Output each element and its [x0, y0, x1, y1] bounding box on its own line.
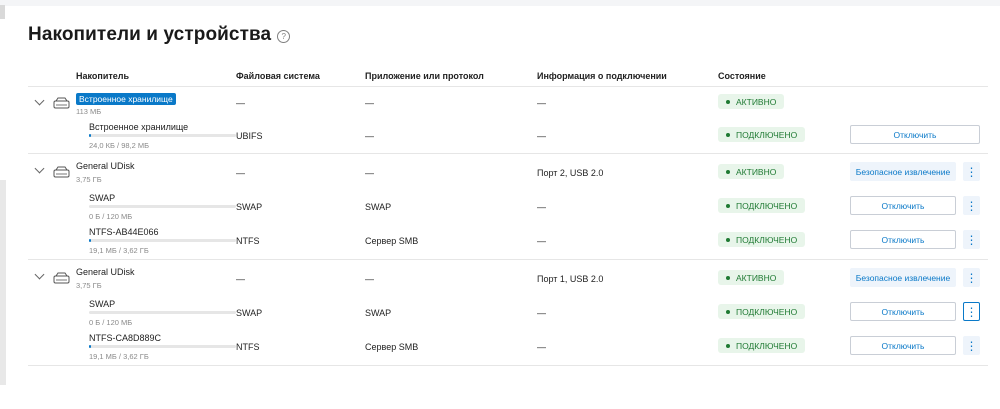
partition-filesystem: UBIFS: [236, 131, 263, 141]
partition-name: NTFS-AB44E066: [89, 227, 159, 237]
partition-row: SWAP 0 Б / 120 МБ SWAP SWAP — ПОДКЛЮЧЕНО…: [28, 295, 988, 330]
disk-filesystem: —: [236, 168, 245, 178]
partition-filesystem: SWAP: [236, 308, 263, 318]
status-badge: ПОДКЛЮЧЕНО: [718, 304, 806, 319]
disk-protocol: —: [365, 168, 374, 178]
disk-size: 3,75 ГБ: [76, 175, 102, 184]
safe-eject-button[interactable]: Безопасное извлечение: [850, 268, 956, 287]
disk-size: 3,75 ГБ: [76, 281, 102, 290]
header-connection: Информация о подключении: [537, 71, 667, 81]
disk-connection: Порт 2, USB 2.0: [537, 168, 604, 178]
left-edge-marker: [0, 5, 5, 19]
partition-usage: 0 Б / 120 МБ: [89, 212, 133, 221]
status-badge: ПОДКЛЮЧЕНО: [718, 127, 806, 142]
top-band: [0, 0, 1000, 6]
unmount-button[interactable]: Отключить: [850, 196, 956, 215]
status-badge: ПОДКЛЮЧЕНО: [718, 338, 806, 353]
partition-name: Встроенное хранилище: [89, 122, 189, 132]
header-state: Состояние: [718, 71, 766, 81]
unmount-button[interactable]: Отключить: [850, 336, 956, 355]
partition-usage: 19,1 МБ / 3,62 ГБ: [89, 352, 149, 361]
partition-protocol: Сервер SMB: [365, 342, 419, 352]
partition-connection: —: [537, 202, 546, 212]
disk-protocol: —: [365, 274, 374, 284]
kebab-menu-icon[interactable]: ⋮: [963, 336, 980, 355]
partition-protocol: SWAP: [365, 202, 392, 212]
partition-filesystem: SWAP: [236, 202, 263, 212]
disk-protocol: —: [365, 98, 374, 108]
page-title: Накопители и устройства: [28, 24, 272, 45]
page-header: Накопители и устройства ?: [28, 24, 291, 46]
partition-usage: 19,1 МБ / 3,62 ГБ: [89, 246, 149, 255]
kebab-menu-icon[interactable]: ⋮: [963, 302, 980, 321]
status-badge: АКТИВНО: [718, 270, 785, 285]
partition-connection: —: [537, 236, 546, 246]
partition-name: SWAP: [89, 299, 116, 309]
disk-connection: Порт 1, USB 2.0: [537, 274, 604, 284]
partition-usage: 24,0 КБ / 98,2 МБ: [89, 141, 150, 150]
disk-filesystem: —: [236, 274, 245, 284]
partition-connection: —: [537, 131, 546, 141]
hard-drive-icon: [53, 97, 70, 109]
disk-size: 113 МБ: [76, 107, 102, 116]
partition-connection: —: [537, 308, 546, 318]
partition-connection: —: [537, 342, 546, 352]
chevron-down-icon[interactable]: [34, 269, 45, 280]
status-badge: ПОДКЛЮЧЕНО: [718, 198, 806, 213]
storage-table: Накопитель Файловая система Приложение и…: [28, 62, 988, 366]
chevron-down-icon[interactable]: [34, 95, 45, 106]
unmount-button[interactable]: Отключить: [850, 302, 956, 321]
disk-connection: —: [537, 98, 546, 108]
disk-row: Встроенное хранилище 113 МБ — — — АКТИВН…: [28, 87, 988, 118]
unmount-button[interactable]: Отключить: [850, 230, 956, 249]
status-badge: АКТИВНО: [718, 164, 785, 179]
table-header: Накопитель Файловая система Приложение и…: [28, 62, 988, 87]
disk-name: General UDisk: [76, 161, 135, 171]
partition-protocol: SWAP: [365, 308, 392, 318]
kebab-menu-icon[interactable]: ⋮: [963, 230, 980, 249]
usage-bar: [89, 345, 236, 348]
left-scrollbar[interactable]: [0, 180, 6, 385]
help-icon[interactable]: ?: [277, 30, 291, 43]
partition-name: NTFS-CA8D889C: [89, 333, 162, 343]
partition-protocol: Сервер SMB: [365, 236, 419, 246]
disk-filesystem: —: [236, 98, 245, 108]
status-badge: АКТИВНО: [718, 94, 785, 109]
hard-drive-icon: [53, 272, 70, 284]
partition-usage: 0 Б / 120 МБ: [89, 318, 133, 327]
partition-filesystem: NTFS: [236, 342, 260, 352]
disk-row: General UDisk 3,75 ГБ — — Порт 1, USB 2.…: [28, 260, 988, 295]
partition-row: NTFS-CA8D889C 19,1 МБ / 3,62 ГБ NTFS Сер…: [28, 330, 988, 366]
kebab-menu-icon[interactable]: ⋮: [963, 268, 980, 287]
usage-bar: [89, 311, 236, 314]
partition-row: SWAP 0 Б / 120 МБ SWAP SWAP — ПОДКЛЮЧЕНО…: [28, 189, 988, 224]
partition-name: SWAP: [89, 193, 116, 203]
kebab-menu-icon[interactable]: ⋮: [963, 196, 980, 215]
partition-row: Встроенное хранилище 24,0 КБ / 98,2 МБ U…: [28, 118, 988, 154]
partition-filesystem: NTFS: [236, 236, 260, 246]
chevron-down-icon[interactable]: [34, 163, 45, 174]
status-badge: ПОДКЛЮЧЕНО: [718, 232, 806, 247]
disk-row: General UDisk 3,75 ГБ — — Порт 2, USB 2.…: [28, 154, 988, 189]
partition-row: NTFS-AB44E066 19,1 МБ / 3,62 ГБ NTFS Сер…: [28, 224, 988, 260]
header-protocol: Приложение или протокол: [365, 71, 484, 81]
partition-protocol: —: [365, 131, 374, 141]
header-filesystem: Файловая система: [236, 71, 320, 81]
usage-bar: [89, 134, 236, 137]
usage-bar: [89, 239, 236, 242]
hard-drive-icon: [53, 166, 70, 178]
usage-bar: [89, 205, 236, 208]
disk-name: General UDisk: [76, 267, 135, 277]
safe-eject-button[interactable]: Безопасное извлечение: [850, 162, 956, 181]
kebab-menu-icon[interactable]: ⋮: [963, 162, 980, 181]
unmount-button[interactable]: Отключить: [850, 125, 980, 144]
header-drive: Накопитель: [76, 71, 130, 81]
disk-name[interactable]: Встроенное хранилище: [76, 93, 176, 105]
